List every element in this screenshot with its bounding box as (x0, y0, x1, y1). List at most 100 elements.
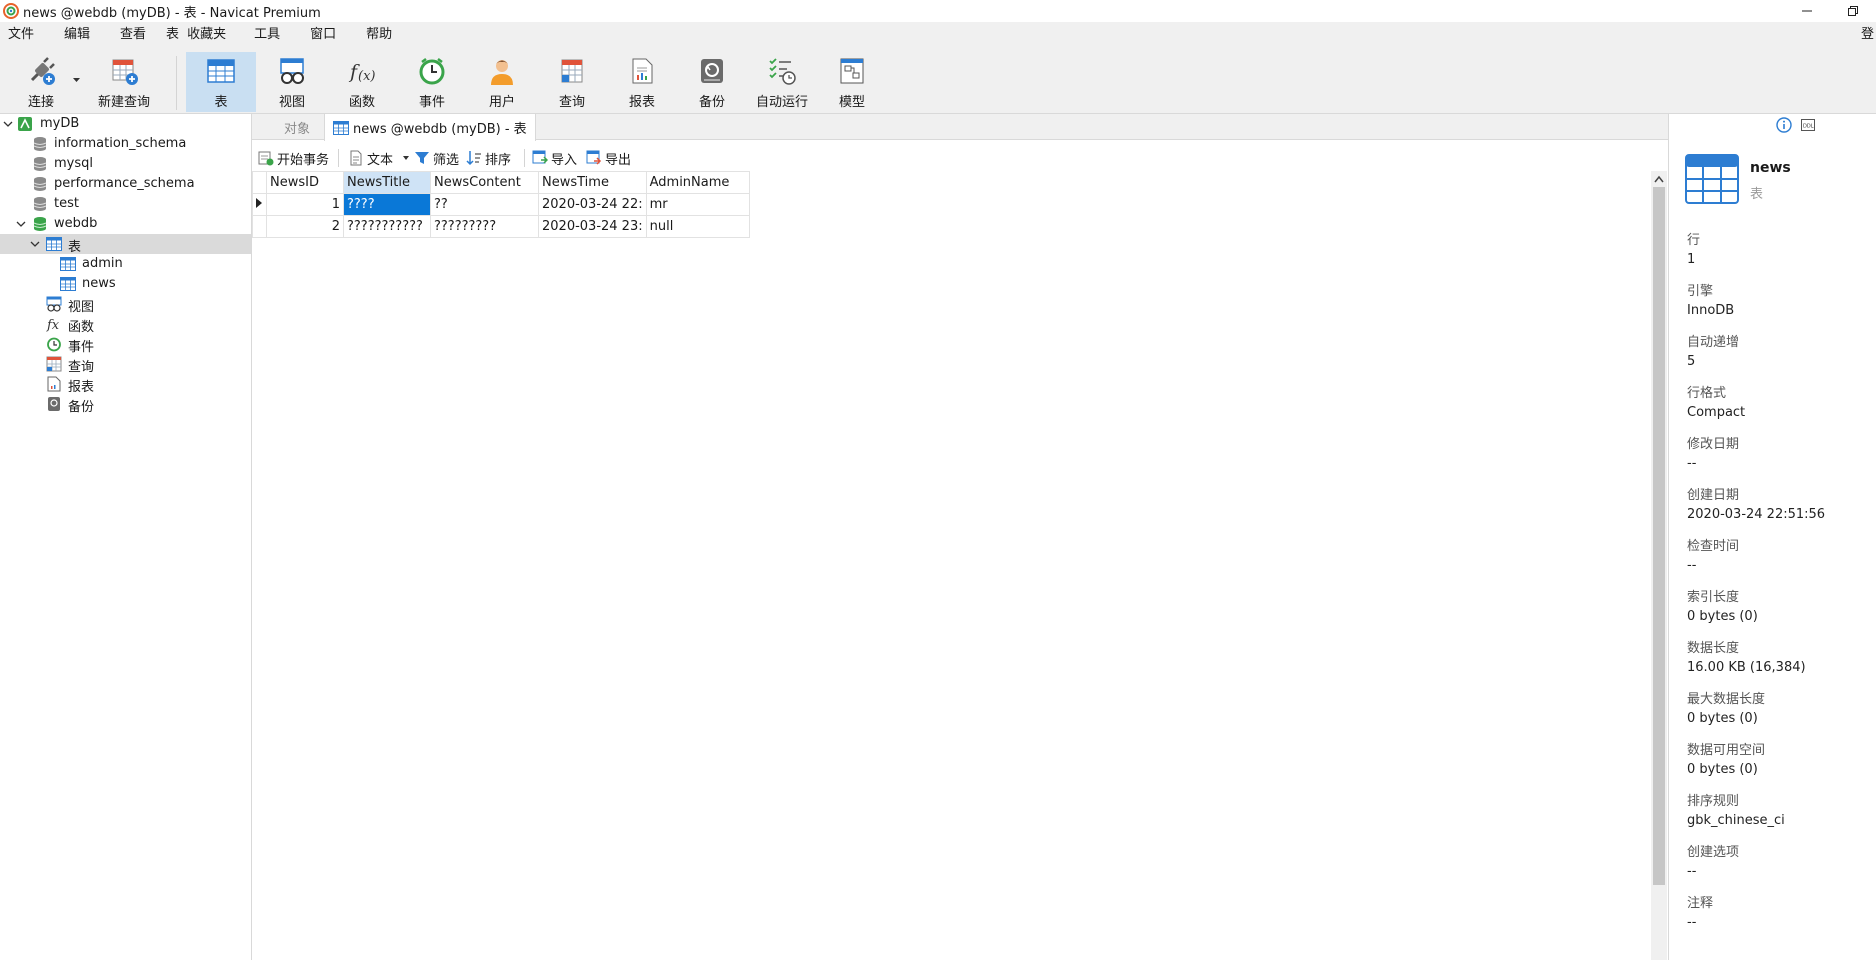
clock-icon (47, 337, 61, 352)
tab-news-table-label: news @webdb (myDB) - 表 (353, 122, 527, 137)
cell-newscontent[interactable]: ?? (430, 193, 539, 216)
backup-label: 备份 (698, 95, 725, 110)
connect-button[interactable]: 连接 (20, 52, 62, 112)
menu-file[interactable]: 文件 (0, 22, 42, 48)
tree-node-reports[interactable]: 报表 (0, 374, 251, 395)
column-header-adminname[interactable]: AdminName (645, 171, 750, 194)
user-button[interactable]: 用户 (482, 52, 522, 112)
tree-db-information-schema[interactable]: information_schema (0, 134, 251, 154)
chevron-down-icon[interactable] (30, 239, 40, 249)
auto-run-button[interactable]: 自动运行 (752, 52, 812, 112)
menu-help[interactable]: 帮助 (358, 22, 400, 48)
prop-key: 创建选项 (1687, 845, 1740, 860)
query-button[interactable]: 查询 (552, 52, 592, 112)
backup-icon (701, 59, 723, 83)
tree-label: webdb (54, 216, 98, 231)
cell-newstitle[interactable]: ???? (343, 193, 431, 216)
cell-adminname[interactable]: mr (645, 193, 750, 216)
tab-objects[interactable]: 对象 (276, 114, 318, 140)
cell-newstime[interactable]: 2020-03-24 23: (538, 215, 647, 238)
column-header-newstitle[interactable]: NewsTitle (343, 171, 431, 194)
report-label: 报表 (628, 95, 655, 110)
model-button[interactable]: 模型 (832, 52, 872, 112)
import-button[interactable]: 导入 (532, 147, 577, 169)
tree-node-queries[interactable]: 查询 (0, 354, 251, 375)
view-button[interactable]: 视图 (272, 52, 312, 112)
menu-window[interactable]: 窗口 (302, 22, 344, 48)
export-button[interactable]: 导出 (586, 147, 631, 169)
table-button[interactable]: 表 (186, 52, 256, 112)
backup-button[interactable]: 备份 (692, 52, 732, 112)
database-icon (33, 197, 47, 211)
new-query-icon (112, 59, 138, 85)
text-view-button[interactable]: 文本 (348, 147, 414, 169)
column-header-newstime[interactable]: NewsTime (538, 171, 647, 194)
prop-key: 行格式 (1687, 386, 1727, 401)
info-icon[interactable] (1776, 117, 1792, 133)
event-button[interactable]: 事件 (412, 52, 452, 112)
tree-db-test[interactable]: test (0, 194, 251, 214)
row-marker[interactable] (252, 193, 267, 216)
tree-node-functions[interactable]: fx 函数 (0, 314, 251, 335)
menu-favorites[interactable]: 收藏夹 (179, 22, 234, 48)
filter-button[interactable]: 筛选 (414, 147, 459, 169)
row-marker[interactable] (252, 215, 267, 238)
menu-tools[interactable]: 工具 (246, 22, 288, 48)
tree-label: 查询 (68, 360, 95, 375)
column-header-newscontent[interactable]: NewsContent (430, 171, 539, 194)
function-button[interactable]: f (x) 函数 (342, 52, 382, 112)
tree-node-backups[interactable]: 备份 (0, 394, 251, 415)
restore-button[interactable] (1830, 0, 1876, 22)
prop-create-options: 创建选项 -- (1687, 841, 1739, 879)
table-row[interactable]: 1 ???? ?? 2020-03-24 22: mr (252, 193, 750, 216)
ddl-icon[interactable]: DDL (1800, 117, 1816, 133)
tree-db-webdb[interactable]: webdb (0, 214, 251, 234)
cell-newsid[interactable]: 1 (266, 193, 344, 216)
tree-node-views[interactable]: 视图 (0, 294, 251, 315)
tree-db-performance-schema[interactable]: performance_schema (0, 174, 251, 194)
chevron-down-icon[interactable] (401, 154, 411, 162)
new-query-button[interactable]: 新建查询 (92, 52, 156, 112)
menu-view[interactable]: 查看 (112, 22, 154, 48)
cell-newstitle[interactable]: ??????????? (343, 215, 431, 238)
prop-key: 检查时间 (1687, 539, 1740, 554)
scroll-up-icon[interactable] (1654, 175, 1664, 183)
cell-adminname[interactable]: null (645, 215, 750, 238)
scrollbar-thumb[interactable] (1653, 187, 1665, 885)
tree-table-news[interactable]: news (0, 274, 251, 294)
prop-value: 5 (1687, 354, 1696, 369)
main-toolbar: 连接 新建查询 表 视图 f (x) 函数 事件 用户 查询 报表 备份 自动运… (0, 48, 1876, 114)
prop-rows: 行1 (1687, 229, 1700, 267)
database-icon (33, 137, 47, 151)
cell-newscontent[interactable]: ????????? (430, 215, 539, 238)
tab-news-table[interactable]: news @webdb (myDB) - 表 (324, 114, 536, 141)
cell-newstime[interactable]: 2020-03-24 22: (538, 193, 647, 216)
grid-vertical-scrollbar[interactable] (1651, 171, 1667, 960)
filter-label: 筛选 (433, 152, 460, 168)
tree-table-admin[interactable]: admin (0, 254, 251, 274)
chevron-down-icon[interactable] (3, 119, 13, 129)
tree-db-mysql[interactable]: mysql (0, 154, 251, 174)
sort-button[interactable]: 排序 (466, 147, 511, 169)
table-row[interactable]: 2 ??????????? ????????? 2020-03-24 23: n… (252, 215, 750, 238)
menu-edit[interactable]: 编辑 (56, 22, 98, 48)
database-icon (33, 157, 47, 171)
minimize-button[interactable] (1784, 0, 1830, 22)
tree-node-tables[interactable]: 表 (0, 234, 251, 255)
cell-newsid[interactable]: 2 (266, 215, 344, 238)
chevron-down-icon[interactable] (16, 219, 26, 229)
object-info-panel: DDL news 表 行1 引擎 InnoDB 自动递增 5 行格式 Compact … (1668, 114, 1876, 960)
tree-connection-mydb[interactable]: myDB (0, 114, 251, 134)
model-label: 模型 (838, 95, 865, 110)
auto-run-label: 自动运行 (755, 95, 808, 110)
begin-transaction-button[interactable]: 开始事务 (258, 147, 329, 169)
column-header-newsid[interactable]: NewsID (266, 171, 344, 194)
prop-key: 索引长度 (1687, 590, 1740, 605)
connect-dropdown-icon[interactable] (73, 78, 80, 83)
report-button[interactable]: 报表 (622, 52, 662, 112)
tree-node-events[interactable]: 事件 (0, 334, 251, 355)
prop-index-length: 索引长度 0 bytes (0) (1687, 586, 1758, 624)
prop-key: 引擎 (1687, 284, 1714, 299)
login-button[interactable]: 登 (1861, 22, 1876, 48)
event-label: 事件 (418, 95, 445, 110)
